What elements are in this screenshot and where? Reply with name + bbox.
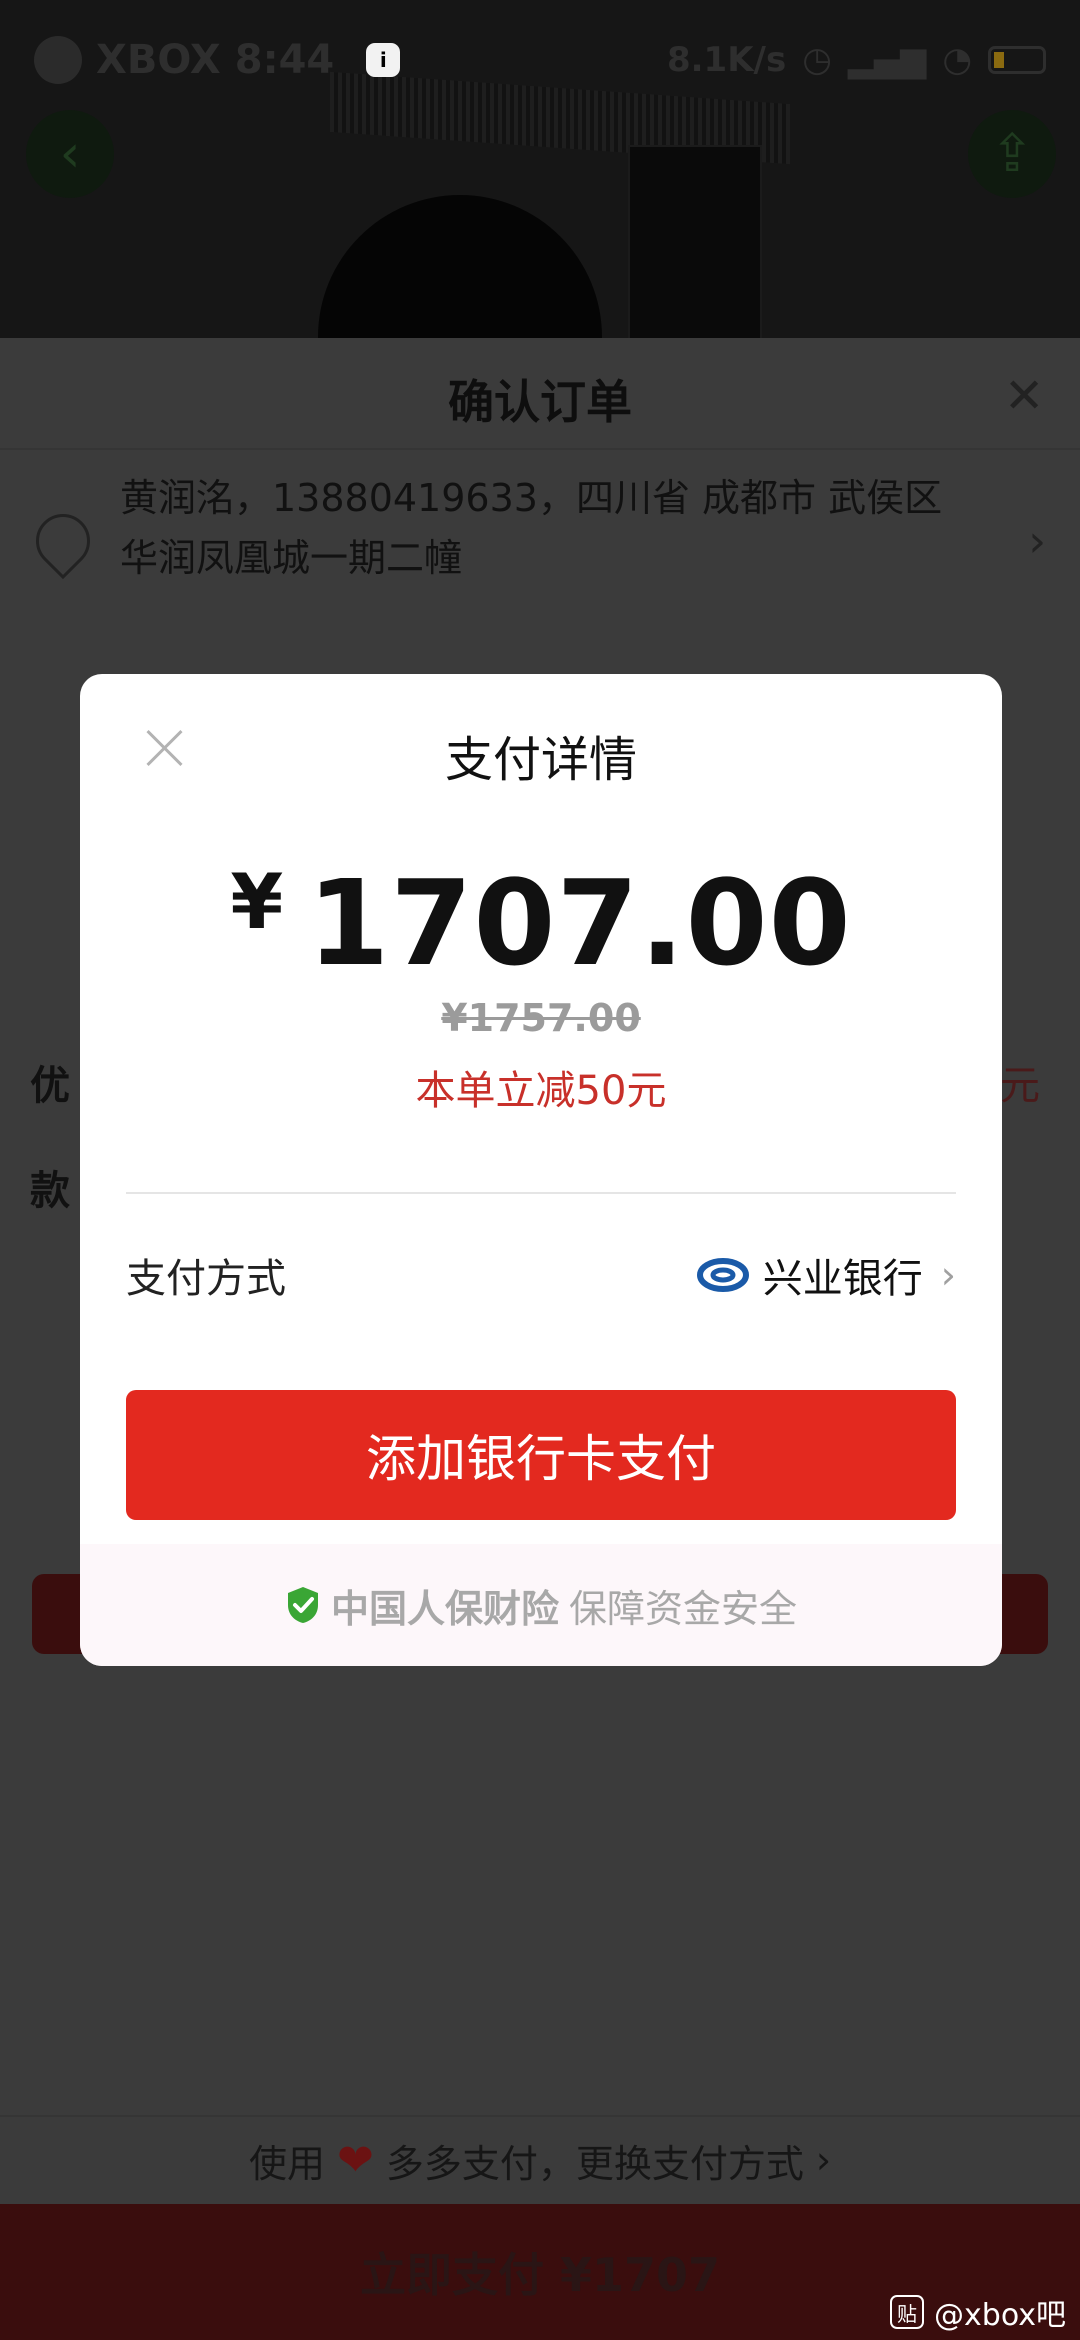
chevron-right-icon: › [940, 1253, 956, 1297]
chevron-right-icon: › [815, 2138, 832, 2182]
wifi-icon: ◔ [942, 40, 972, 80]
bank-logo-icon [696, 1258, 749, 1292]
bank-name: 兴业银行 [762, 1256, 923, 1302]
payment-details-modal: 支付详情 ¥1707.00 ¥1757.00 本单立减50元 支付方式 兴业银行… [80, 674, 1002, 1666]
insurance-banner: 中国人保财险 保障资金安全 [80, 1544, 1002, 1666]
product-image-arch [318, 195, 602, 338]
notification-icon: i [366, 43, 401, 77]
switch-prefix: 使用 [248, 2141, 325, 2186]
status-time: 8:44 [234, 37, 335, 83]
status-bar: XBOX 8:44 i 8.1K/s ◷ ▂▄▆ ◔ [0, 24, 1080, 96]
alarm-icon: ◷ [802, 40, 832, 80]
original-price: ¥1757.00 [441, 996, 641, 1040]
add-bank-card-button[interactable]: 添加银行卡支付 [126, 1390, 956, 1520]
shield-check-icon [287, 1587, 318, 1623]
product-image-area: XBOX 8:44 i 8.1K/s ◷ ▂▄▆ ◔ ‹ ⇪ [0, 0, 1080, 338]
address-row[interactable]: 黄润洺，13880419633，四川省 成都市 武侯区 华润凤凰城一期二幢 › [24, 468, 1046, 618]
modal-title: 支付详情 [444, 732, 637, 788]
watermark-text: @xbox吧 [934, 2298, 1066, 2333]
battery-icon [988, 46, 1046, 74]
status-carrier: XBOX [96, 37, 221, 83]
currency-symbol: ¥ [230, 857, 284, 946]
coupon-value-partial: 元 [1000, 1063, 1040, 1109]
payment-label-partial: 款 [30, 1168, 70, 1214]
address-line-1: 黄润洺，13880419633，四川省 成都市 武侯区 [120, 476, 943, 520]
address-line-2: 华润凤凰城一期二幢 [120, 536, 463, 580]
back-arrow-icon: ‹ [59, 124, 81, 184]
payment-method-value[interactable]: 兴业银行 › [696, 1246, 956, 1304]
payment-method-label: 支付方式 [126, 1256, 286, 1302]
location-pin-icon [24, 502, 102, 580]
signal-icon: ▂▄▆ [847, 40, 927, 80]
address-text: 黄润洺，13880419633，四川省 成都市 武侯区 华润凤凰城一期二幢 [120, 468, 1028, 588]
xbox-logo-icon [34, 36, 82, 84]
product-image-box [628, 145, 762, 338]
back-button[interactable]: ‹ [26, 110, 114, 198]
divider [126, 1192, 956, 1194]
share-icon: ⇪ [990, 124, 1034, 184]
payment-method-row[interactable]: 支付方式 兴业银行 › [126, 1240, 956, 1310]
switch-suffix: 多多支付，更换支付方式 [385, 2141, 804, 2186]
heart-icon: ❤ [336, 2134, 374, 2186]
amount-value: 1707.00 [307, 854, 852, 992]
divider [0, 448, 1080, 450]
insurance-brand: 中国人保财险 [330, 1586, 559, 1631]
discount-text: 本单立减50元 [415, 1068, 667, 1114]
close-icon[interactable]: ✕ [1004, 368, 1044, 424]
switch-payment-row[interactable]: 使用 ❤ 多多支付，更换支付方式 › [0, 2115, 1080, 2203]
watermark: 贴 @xbox吧 [890, 2290, 1066, 2334]
payment-amount: ¥1707.00 [80, 854, 1002, 992]
coupon-label-partial: 优 [30, 1063, 70, 1109]
insurance-text: 保障资金安全 [569, 1586, 798, 1631]
status-speed: 8.1K/s [666, 40, 787, 80]
chevron-right-icon: › [1028, 516, 1046, 567]
order-sheet-title: 确认订单 [448, 375, 632, 429]
tieba-icon: 贴 [890, 2295, 925, 2329]
share-button[interactable]: ⇪ [968, 110, 1056, 198]
